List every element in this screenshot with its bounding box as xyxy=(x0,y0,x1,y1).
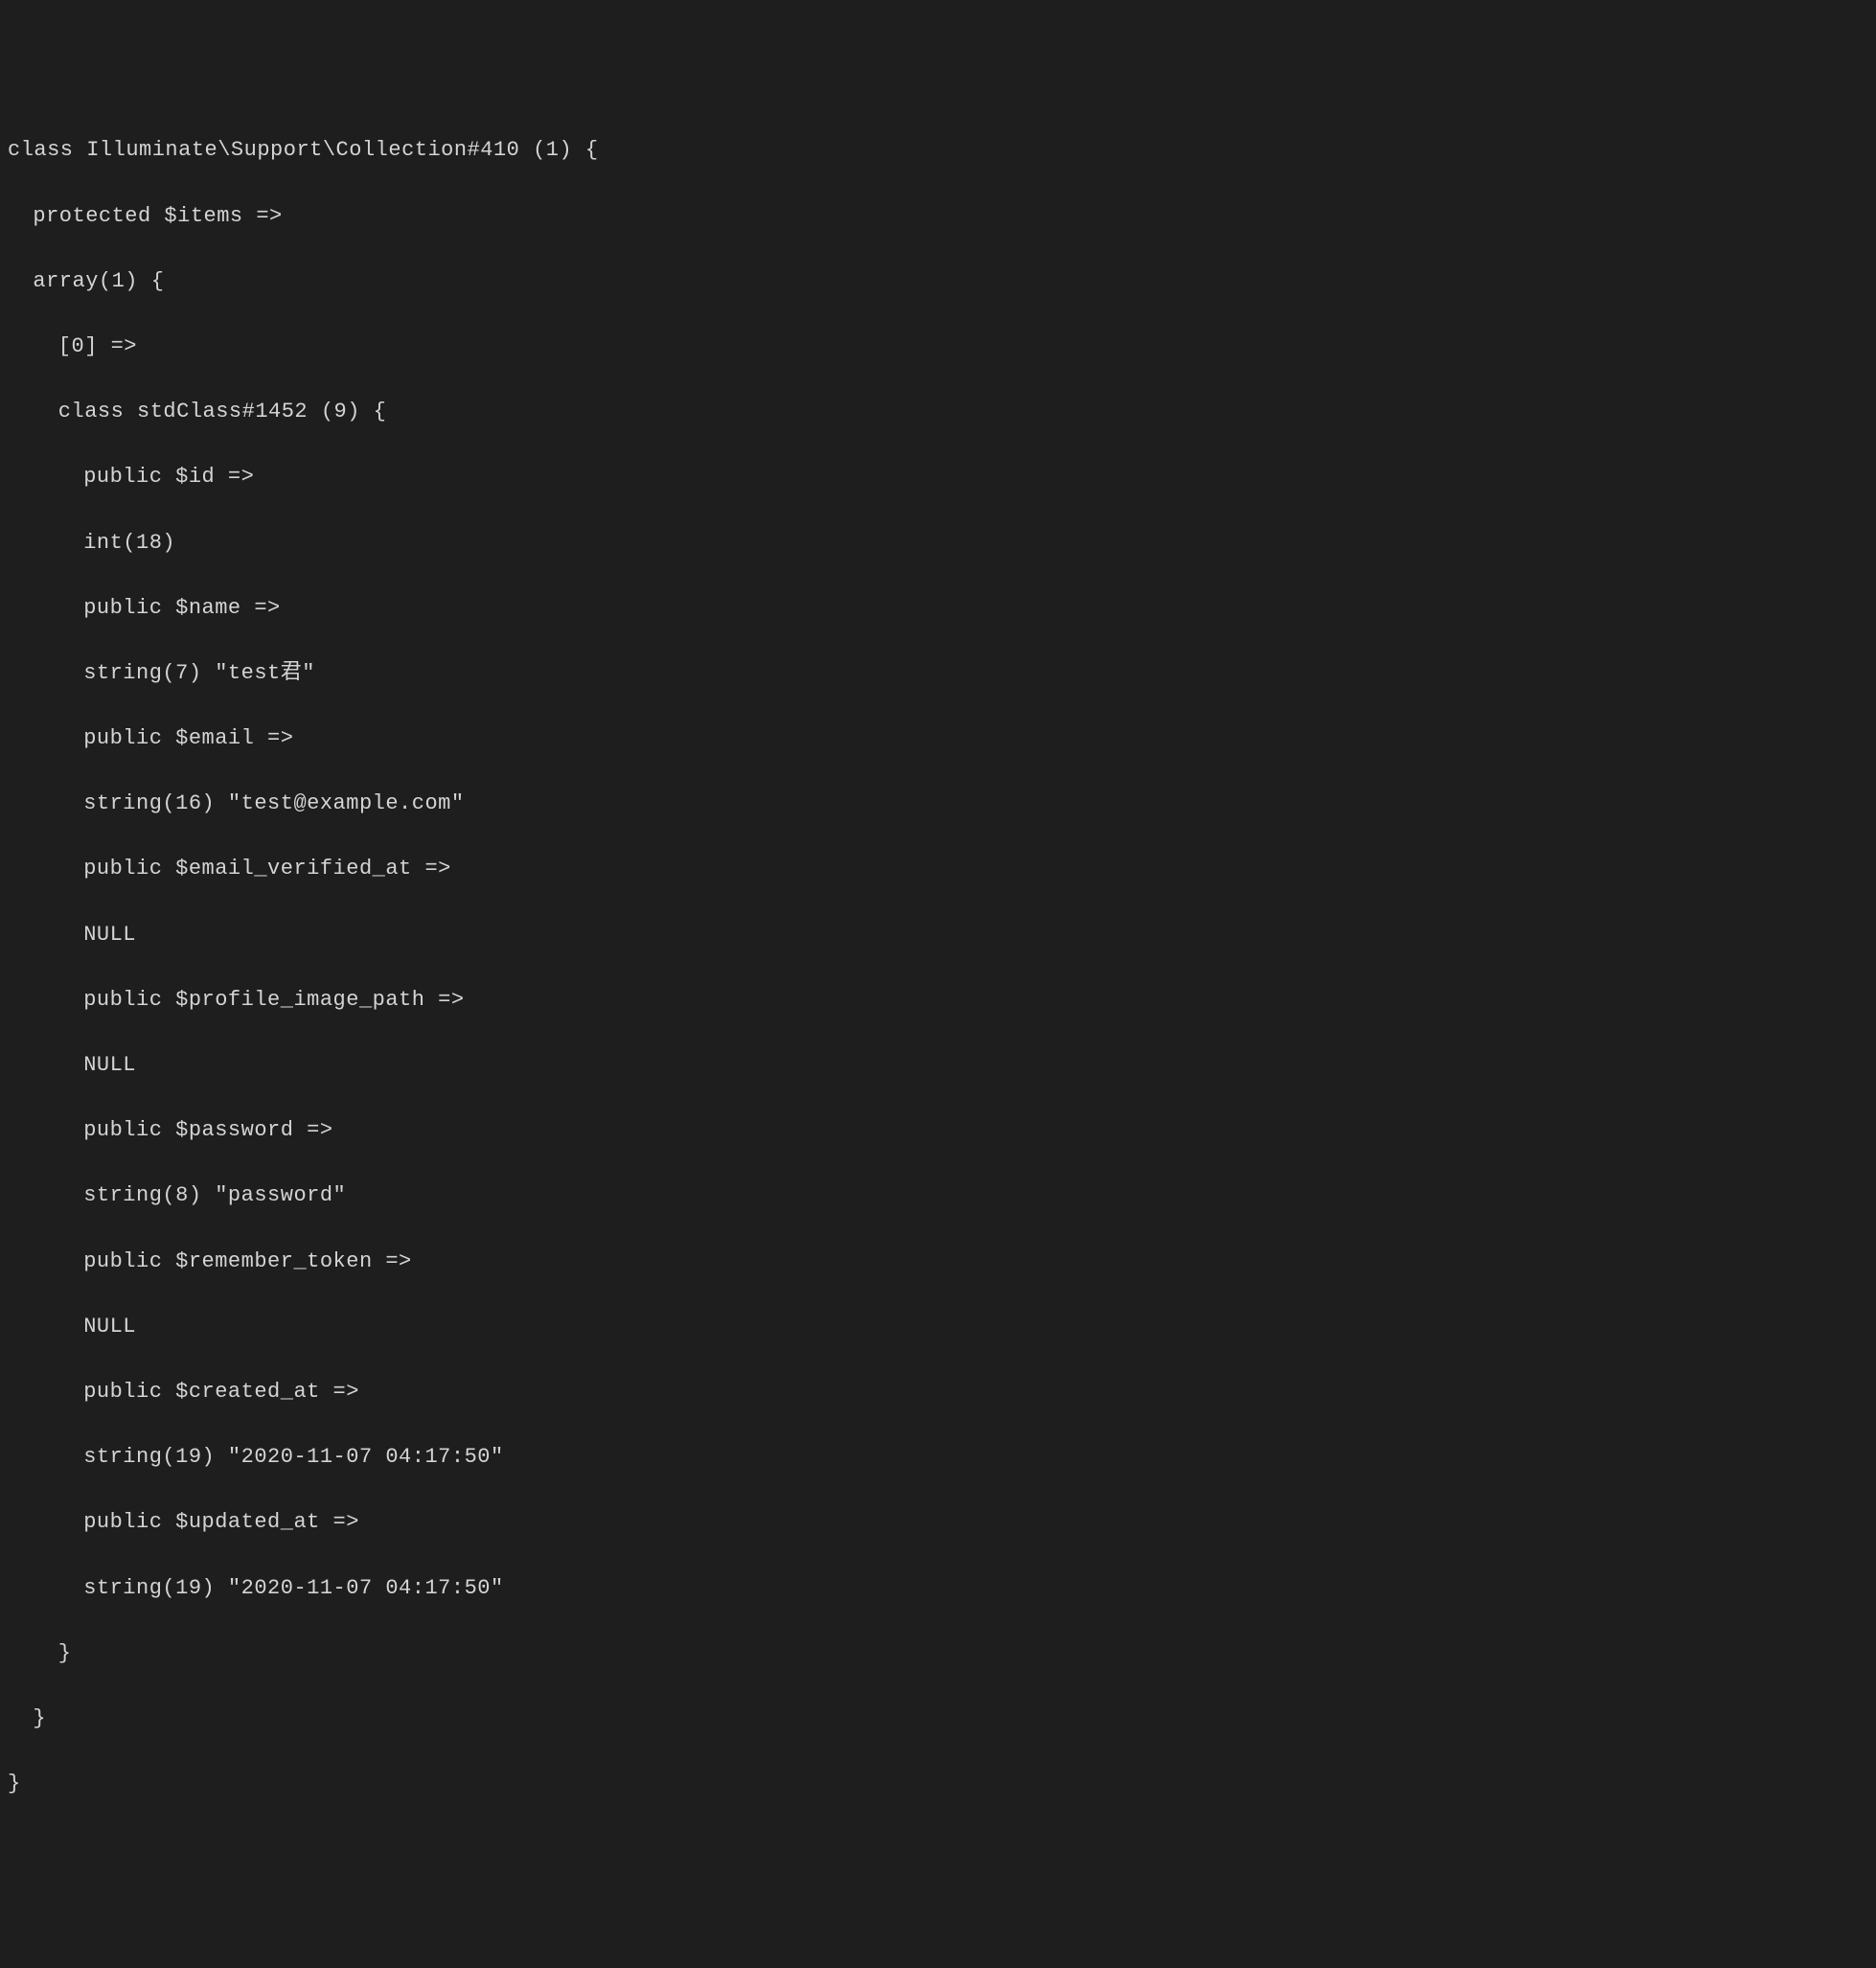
dump-line: string(19) "2020-11-07 04:17:50" xyxy=(8,1441,1868,1474)
dump-line: public $profile_image_path => xyxy=(8,984,1868,1017)
dump-line: class stdClass#1452 (9) { xyxy=(8,396,1868,428)
dump-line: NULL xyxy=(8,1049,1868,1082)
dump-line: NULL xyxy=(8,919,1868,951)
dump-line: string(16) "test@example.com" xyxy=(8,788,1868,820)
dump-line: public $password => xyxy=(8,1114,1868,1147)
dump-line: } xyxy=(8,1703,1868,1735)
dump-line: public $created_at => xyxy=(8,1376,1868,1408)
dump-line: int(18) xyxy=(8,527,1868,560)
dump-line: array(1) { xyxy=(8,265,1868,298)
dump-line: public $email_verified_at => xyxy=(8,853,1868,885)
dump-line: public $id => xyxy=(8,461,1868,493)
dump-line: protected $items => xyxy=(8,200,1868,233)
dump-line: } xyxy=(8,1768,1868,1800)
dump-line: public $name => xyxy=(8,592,1868,625)
dump-line: string(19) "2020-11-07 04:17:50" xyxy=(8,1572,1868,1605)
dump-line: public $email => xyxy=(8,722,1868,755)
dump-line: public $remember_token => xyxy=(8,1246,1868,1278)
dump-line: string(8) "password" xyxy=(8,1179,1868,1212)
dump-line: string(7) "test君" xyxy=(8,657,1868,690)
dump-line: } xyxy=(8,1637,1868,1670)
dump-line: NULL xyxy=(8,1311,1868,1343)
dump-line: class Illuminate\Support\Collection#410 … xyxy=(8,134,1868,167)
dump-line: [0] => xyxy=(8,331,1868,363)
dump-line: public $updated_at => xyxy=(8,1506,1868,1539)
